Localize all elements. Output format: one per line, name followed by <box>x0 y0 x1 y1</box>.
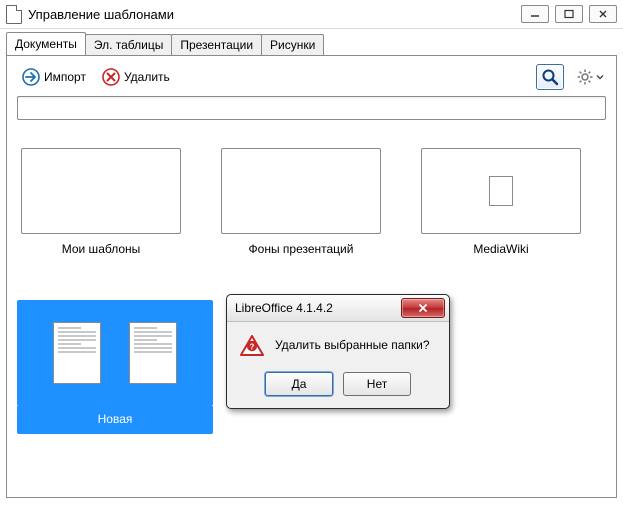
tab-label: Рисунки <box>270 38 315 52</box>
tab-documents[interactable]: Документы <box>6 32 86 55</box>
tab-spreadsheets[interactable]: Эл. таблицы <box>85 34 172 56</box>
confirm-delete-dialog: LibreOffice 4.1.4.2 ? Удалить выбранные … <box>226 294 450 409</box>
window-title: Управление шаблонами <box>28 7 521 22</box>
folder-mediawiki[interactable]: MediaWiki <box>421 148 581 256</box>
dialog-message: Удалить выбранные папки? <box>275 334 430 352</box>
delete-label: Удалить <box>124 70 170 84</box>
maximize-icon <box>563 9 575 19</box>
tab-presentations[interactable]: Презентации <box>171 34 262 56</box>
tab-drawings[interactable]: Рисунки <box>261 34 324 56</box>
dialog-button-row: Да Нет <box>227 366 449 408</box>
dialog-titlebar[interactable]: LibreOffice 4.1.4.2 <box>227 295 449 322</box>
import-icon <box>22 68 40 86</box>
tab-strip: Документы Эл. таблицы Презентации Рисунк… <box>0 31 623 55</box>
folder-presentation-backgrounds[interactable]: Фоны презентаций <box>221 148 381 256</box>
settings-menu-button[interactable] <box>574 66 606 88</box>
folder-grid-row1: Мои шаблоны Фоны презентаций MediaWiki <box>17 148 606 256</box>
folder-new-selected[interactable]: Новая <box>17 300 213 434</box>
minimize-icon <box>529 9 541 19</box>
window-controls <box>521 5 617 23</box>
folder-thumb <box>221 148 381 234</box>
folder-thumb-selected <box>17 300 213 406</box>
tab-label: Презентации <box>180 38 253 52</box>
warning-icon: ? <box>239 334 265 360</box>
dialog-yes-button[interactable]: Да <box>265 372 333 396</box>
toolbar: Импорт Удалить <box>17 64 606 90</box>
template-preview-icon <box>129 322 177 384</box>
button-label: Да <box>292 377 307 391</box>
folder-thumb <box>21 148 181 234</box>
delete-button[interactable]: Удалить <box>97 65 175 89</box>
page-icon <box>489 176 513 206</box>
folder-thumb <box>421 148 581 234</box>
close-button[interactable] <box>589 5 617 23</box>
folder-label: Новая <box>17 406 213 434</box>
tab-label: Эл. таблицы <box>94 38 163 52</box>
dialog-title: LibreOffice 4.1.4.2 <box>231 301 401 315</box>
button-label: Нет <box>367 377 387 391</box>
dialog-body: ? Удалить выбранные папки? <box>227 322 449 366</box>
dialog-close-button[interactable] <box>401 298 445 318</box>
titlebar: Управление шаблонами <box>0 0 623 29</box>
close-icon <box>416 303 430 313</box>
tab-panel: Импорт Удалить Мои шаблоны <box>6 55 617 498</box>
gear-icon <box>576 68 594 86</box>
import-label: Импорт <box>44 70 86 84</box>
maximize-button[interactable] <box>555 5 583 23</box>
dialog-no-button[interactable]: Нет <box>343 372 411 396</box>
dropdown-caret-icon <box>596 73 604 81</box>
folder-my-templates[interactable]: Мои шаблоны <box>21 148 181 256</box>
folder-label: MediaWiki <box>421 242 581 256</box>
svg-text:?: ? <box>250 343 255 352</box>
search-button[interactable] <box>536 64 564 90</box>
minimize-button[interactable] <box>521 5 549 23</box>
template-manager-window: { "window": { "title": "Управление шабло… <box>0 0 623 507</box>
delete-icon <box>102 68 120 86</box>
document-icon <box>6 5 22 24</box>
folder-label: Мои шаблоны <box>21 242 181 256</box>
tab-label: Документы <box>15 37 77 51</box>
folder-label: Фоны презентаций <box>221 242 381 256</box>
filter-input[interactable] <box>17 96 606 120</box>
search-icon <box>541 68 559 86</box>
template-preview-icon <box>53 322 101 384</box>
close-icon <box>597 9 609 19</box>
import-button[interactable]: Импорт <box>17 65 91 89</box>
